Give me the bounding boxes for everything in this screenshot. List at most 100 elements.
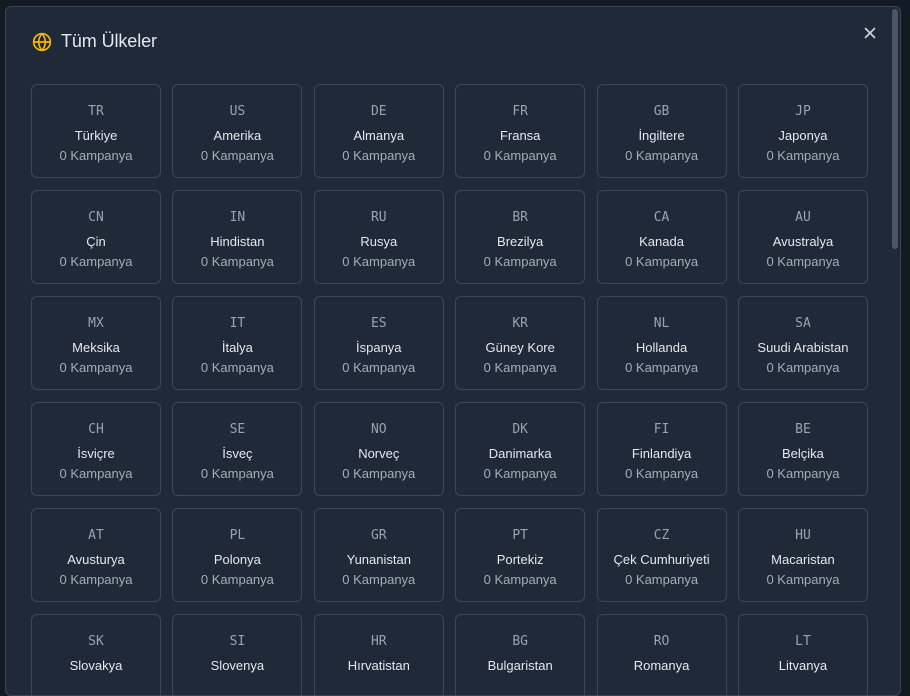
- country-name: Suudi Arabistan: [757, 340, 849, 355]
- campaign-count: 0 Kampanya: [342, 572, 416, 587]
- country-card-de[interactable]: DE Almanya 0 Kampanya: [313, 84, 444, 178]
- country-card-us[interactable]: US Amerika 0 Kampanya: [172, 84, 303, 178]
- country-card-nl[interactable]: NL Hollanda 0 Kampanya: [596, 296, 727, 390]
- country-name: İngiltere: [638, 128, 685, 143]
- country-name: Brezilya: [497, 234, 544, 249]
- country-name: Bulgaristan: [487, 658, 553, 673]
- campaign-count: 0 Kampanya: [625, 254, 699, 269]
- country-code: SK: [88, 634, 104, 649]
- country-card-at[interactable]: AT Avusturya 0 Kampanya: [31, 508, 161, 602]
- country-name: Slovakya: [69, 658, 123, 673]
- country-code: NL: [653, 316, 670, 331]
- country-card-es[interactable]: ES İspanya 0 Kampanya: [313, 296, 444, 390]
- dialog-title: Tüm Ülkeler: [61, 31, 157, 51]
- country-name: Norveç: [358, 446, 400, 461]
- country-card-be[interactable]: BE Belçika 0 Kampanya: [737, 402, 868, 496]
- country-name: Avustralya: [772, 234, 834, 249]
- country-card-gr[interactable]: GR Yunanistan 0 Kampanya: [313, 508, 444, 602]
- campaign-count: 0 Kampanya: [766, 254, 840, 269]
- country-code: SE: [229, 422, 246, 437]
- country-name: Rusya: [360, 234, 398, 249]
- globe-icon: [32, 32, 52, 51]
- scrollbar-thumb[interactable]: [892, 9, 898, 249]
- country-card-lt[interactable]: LT Litvanya: [737, 614, 868, 695]
- country-card-ca[interactable]: CA Kanada 0 Kampanya: [596, 190, 727, 284]
- country-code: CA: [653, 210, 670, 225]
- campaign-count: 0 Kampanya: [625, 360, 699, 375]
- country-card-cn[interactable]: CN Çin 0 Kampanya: [31, 190, 161, 284]
- country-code: RU: [370, 210, 387, 225]
- country-name: Slovenya: [210, 658, 265, 673]
- country-name: Japonya: [778, 128, 828, 143]
- country-card-gb[interactable]: GB İngiltere 0 Kampanya: [596, 84, 727, 178]
- campaign-count: 0 Kampanya: [766, 360, 840, 375]
- country-card-fr[interactable]: FR Fransa 0 Kampanya: [455, 84, 586, 178]
- country-card-ro[interactable]: RO Romanya: [596, 614, 727, 695]
- country-card-si[interactable]: SI Slovenya: [172, 614, 303, 695]
- campaign-count: 0 Kampanya: [59, 360, 133, 375]
- country-card-hu[interactable]: HU Macaristan 0 Kampanya: [737, 508, 868, 602]
- country-code: DE: [370, 104, 387, 119]
- country-card-kr[interactable]: KR Güney Kore 0 Kampanya: [455, 296, 586, 390]
- country-card-cz[interactable]: CZ Çek Cumhuriyeti 0 Kampanya: [596, 508, 727, 602]
- country-name: Almanya: [353, 128, 405, 143]
- campaign-count: 0 Kampanya: [766, 466, 840, 481]
- country-card-in[interactable]: IN Hindistan 0 Kampanya: [172, 190, 303, 284]
- country-card-bg[interactable]: BG Bulgaristan: [455, 614, 586, 695]
- country-code: MX: [88, 316, 104, 331]
- country-card-br[interactable]: BR Brezilya 0 Kampanya: [455, 190, 586, 284]
- country-name: Litvanya: [778, 658, 828, 673]
- country-code: FI: [653, 422, 670, 437]
- country-name: Amerika: [213, 128, 262, 143]
- dialog-header: Tüm Ülkeler: [32, 31, 157, 52]
- country-card-sa[interactable]: SA Suudi Arabistan 0 Kampanya: [737, 296, 868, 390]
- country-card-ru[interactable]: RU Rusya 0 Kampanya: [313, 190, 444, 284]
- country-code: CZ: [653, 528, 670, 543]
- country-code: IT: [229, 316, 246, 331]
- country-card-sk[interactable]: SK Slovakya: [31, 614, 161, 695]
- campaign-count: 0 Kampanya: [59, 148, 133, 163]
- close-button[interactable]: [860, 23, 880, 43]
- country-card-pl[interactable]: PL Polonya 0 Kampanya: [172, 508, 303, 602]
- country-name: Portekiz: [496, 552, 544, 567]
- country-code: US: [229, 104, 246, 119]
- country-name: İspanya: [356, 340, 402, 355]
- country-code: SI: [229, 634, 246, 649]
- campaign-count: 0 Kampanya: [483, 466, 557, 481]
- campaign-count: 0 Kampanya: [59, 572, 133, 587]
- country-card-pt[interactable]: PT Portekiz 0 Kampanya: [455, 508, 586, 602]
- country-card-tr[interactable]: TR Türkiye 0 Kampanya: [31, 84, 161, 178]
- country-card-no[interactable]: NO Norveç 0 Kampanya: [313, 402, 444, 496]
- country-card-mx[interactable]: MX Meksika 0 Kampanya: [31, 296, 161, 390]
- country-code: GR: [370, 528, 387, 543]
- campaign-count: 0 Kampanya: [342, 148, 416, 163]
- country-name: Hırvatistan: [347, 658, 410, 673]
- country-grid: TR Türkiye 0 Kampanya US Amerika 0 Kampanya DE…: [31, 84, 868, 695]
- country-code: ES: [370, 316, 387, 331]
- campaign-count: 0 Kampanya: [342, 254, 416, 269]
- country-card-it[interactable]: IT İtalya 0 Kampanya: [172, 296, 303, 390]
- campaign-count: 0 Kampanya: [200, 148, 274, 163]
- country-name: Yunanistan: [346, 552, 411, 567]
- country-name: İsveç: [222, 446, 253, 461]
- country-name: Fransa: [499, 128, 541, 143]
- country-name: Türkiye: [74, 128, 118, 143]
- country-card-se[interactable]: SE İsveç 0 Kampanya: [172, 402, 303, 496]
- country-code: CN: [88, 210, 104, 225]
- country-card-fi[interactable]: FI Finlandiya 0 Kampanya: [596, 402, 727, 496]
- country-code: JP: [795, 104, 811, 119]
- country-card-au[interactable]: AU Avustralya 0 Kampanya: [737, 190, 868, 284]
- country-card-jp[interactable]: JP Japonya 0 Kampanya: [737, 84, 868, 178]
- country-code: HR: [370, 634, 387, 649]
- campaign-count: 0 Kampanya: [766, 572, 840, 587]
- country-card-ch[interactable]: CH İsviçre 0 Kampanya: [31, 402, 161, 496]
- country-code: BG: [512, 634, 528, 649]
- country-card-dk[interactable]: DK Danimarka 0 Kampanya: [455, 402, 586, 496]
- country-code: BE: [795, 422, 811, 437]
- country-name: Hollanda: [635, 340, 688, 355]
- country-name: Danimarka: [488, 446, 552, 461]
- country-code: DK: [512, 422, 528, 437]
- country-code: GB: [653, 104, 670, 119]
- campaign-count: 0 Kampanya: [342, 360, 416, 375]
- country-card-hr[interactable]: HR Hırvatistan: [313, 614, 444, 695]
